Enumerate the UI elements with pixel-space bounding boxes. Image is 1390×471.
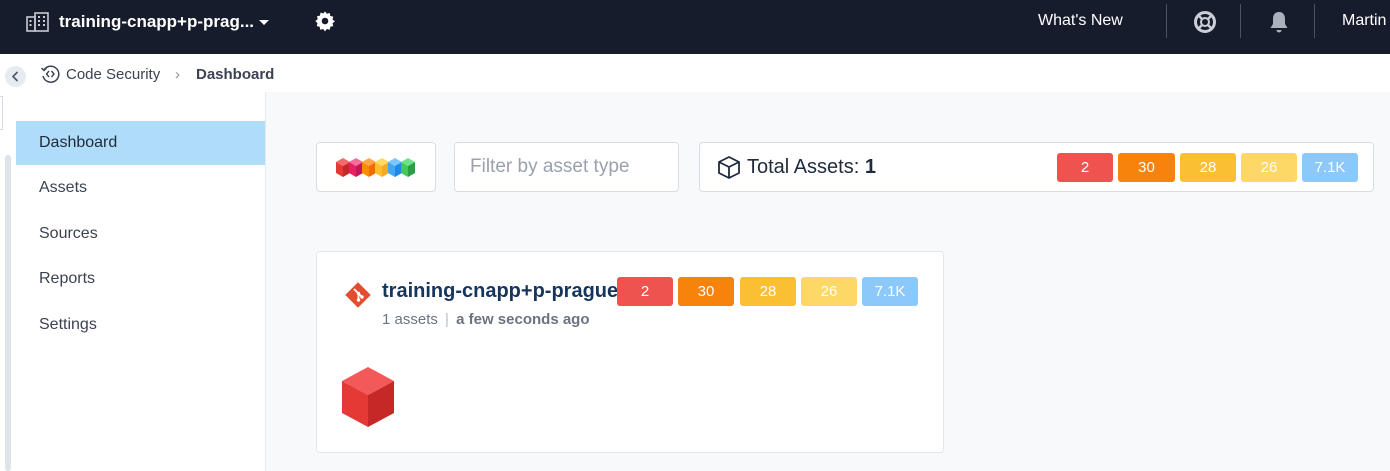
source-medium-count-badge[interactable]: 28: [740, 277, 796, 306]
cube-outline-icon: [718, 156, 740, 179]
source-updated-time: a few seconds ago: [456, 311, 590, 328]
medium-count-badge[interactable]: 28: [1180, 153, 1236, 182]
rail-tab[interactable]: [0, 96, 3, 130]
user-menu[interactable]: Martin: [1342, 12, 1386, 30]
sidebar-scrollbar[interactable]: [5, 155, 11, 471]
asset-type-selector-button[interactable]: [316, 142, 436, 192]
git-icon: [345, 282, 371, 308]
total-assets-text: Total Assets:: [747, 156, 860, 178]
building-icon[interactable]: [26, 12, 50, 32]
source-meta: 1 assets | a few seconds ago: [382, 311, 590, 328]
multi-cube-logo-icon: [336, 158, 415, 177]
critical-count-badge[interactable]: 2: [1057, 153, 1113, 182]
meta-separator: |: [445, 311, 449, 328]
source-asset-count: 1 assets: [382, 311, 438, 328]
sidebar-item-reports[interactable]: Reports: [16, 257, 265, 301]
chevron-down-icon[interactable]: [258, 19, 270, 27]
breadcrumb-code-security[interactable]: Code Security: [66, 66, 160, 83]
chevron-left-icon: [11, 71, 19, 82]
high-count-badge[interactable]: 30: [1118, 153, 1175, 182]
sidebar-collapse-button[interactable]: [5, 66, 26, 87]
lifebuoy-icon[interactable]: [1193, 10, 1217, 34]
organization-name[interactable]: training-cnapp+p-prag...: [59, 12, 254, 32]
code-security-icon: [40, 65, 60, 83]
topbar-divider: [1166, 4, 1167, 38]
whats-new-link[interactable]: What's New: [1038, 12, 1123, 30]
asset-type-filter-input[interactable]: [454, 142, 679, 192]
source-title[interactable]: training-cnapp+p-prague: [382, 280, 618, 303]
topbar-divider: [1240, 4, 1241, 38]
info-count-badge[interactable]: 7.1K: [1302, 153, 1358, 182]
red-cube-icon[interactable]: [340, 366, 396, 428]
source-low-count-badge[interactable]: 26: [801, 277, 857, 306]
source-info-count-badge[interactable]: 7.1K: [862, 277, 918, 306]
sidebar-item-assets[interactable]: Assets: [16, 166, 265, 210]
low-count-badge[interactable]: 26: [1241, 153, 1297, 182]
total-assets-count: 1: [864, 156, 876, 178]
breadcrumb-separator: ›: [175, 66, 180, 83]
gear-icon[interactable]: [314, 10, 336, 32]
source-high-count-badge[interactable]: 30: [678, 277, 734, 306]
sidebar-item-sources[interactable]: Sources: [16, 212, 265, 256]
breadcrumb-dashboard: Dashboard: [196, 66, 275, 83]
topbar-divider: [1314, 4, 1315, 38]
source-critical-count-badge[interactable]: 2: [617, 277, 673, 306]
bell-icon[interactable]: [1268, 10, 1290, 34]
sidebar-item-dashboard[interactable]: Dashboard: [16, 121, 265, 165]
total-assets-label: Total Assets: 1: [747, 156, 876, 179]
sidebar-item-settings[interactable]: Settings: [16, 303, 265, 347]
